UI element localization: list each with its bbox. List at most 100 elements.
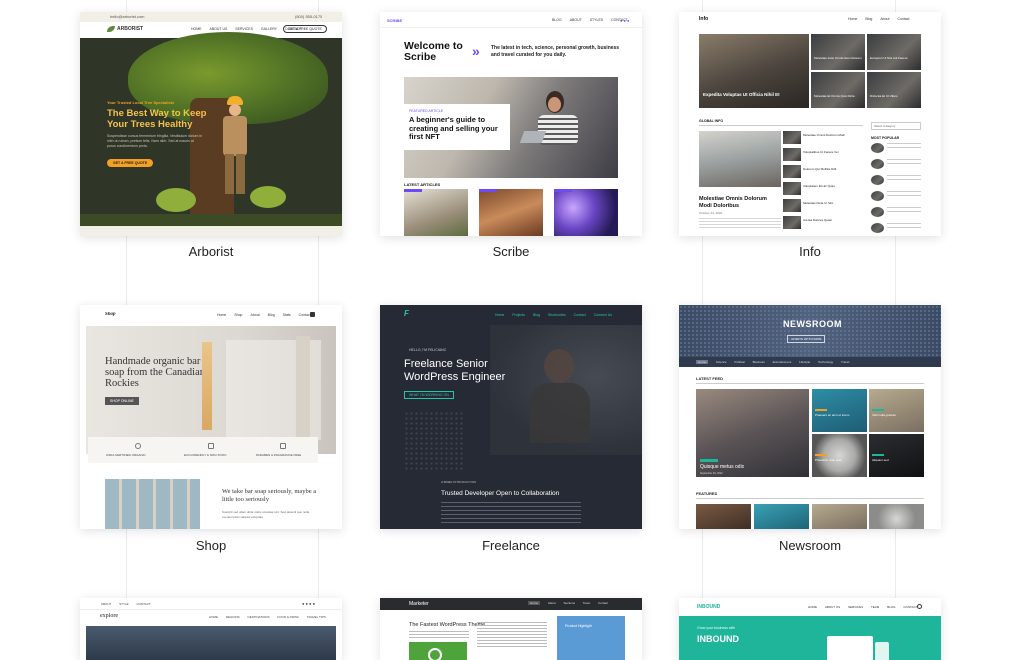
side-story[interactable]: Velit nulla gravida <box>869 389 924 432</box>
theme-card-newsroom[interactable]: NEWSROOM ALWAYS UP TO DATE Home Science … <box>679 305 941 529</box>
theme-title[interactable]: Freelance <box>380 538 642 553</box>
nav-item[interactable]: Projects <box>512 313 525 317</box>
featured-article-box[interactable]: FEATURED ARTICLE A beginner's guide to c… <box>404 104 510 150</box>
nav-item[interactable]: HOME <box>191 27 202 31</box>
nav-item[interactable]: SERVICES <box>848 605 863 609</box>
nav-item[interactable]: Science <box>716 360 727 364</box>
side-story[interactable]: Praesent ac arcu ut lorem <box>812 389 867 432</box>
list-title[interactable]: Aut Ea Dolores Quasi <box>803 218 863 222</box>
nav-item[interactable]: Contact <box>299 313 311 317</box>
hero-cta-button[interactable]: WHAT I'M WORKING ON <box>404 391 454 399</box>
nav-item[interactable]: Contact <box>574 313 586 317</box>
article-thumb[interactable] <box>404 189 468 236</box>
theme-card-explore[interactable]: ABOUT STYLE CONTACT ● ● ● ● explore HOME… <box>80 598 342 660</box>
nav-item[interactable]: Contact <box>897 17 909 21</box>
nav-item[interactable]: About <box>548 601 556 605</box>
theme-card-marketer[interactable]: Marketer Home About Sections Team Contac… <box>380 598 642 660</box>
nav-item[interactable]: Lifestyle <box>799 360 810 364</box>
nav-item[interactable]: Business <box>753 360 765 364</box>
nav-item[interactable]: Home <box>495 313 504 317</box>
theme-card-arborist[interactable]: hello@arborist.com (800) 555-0175 ARBORI… <box>80 12 342 236</box>
nav-item[interactable]: CONTACT <box>136 602 150 606</box>
nav-item[interactable]: REGIONS <box>226 615 240 619</box>
nav-item[interactable]: BLOG <box>552 18 562 22</box>
nav-item[interactable]: Home <box>217 313 226 317</box>
category-select[interactable]: Select Category <box>871 122 921 130</box>
nav-item[interactable]: ABOUT US <box>825 605 840 609</box>
main-story[interactable]: Quisque metus odio September 20, 2022 <box>696 389 809 477</box>
nav-item[interactable]: Contact <box>598 601 608 605</box>
theme-title[interactable]: Arborist <box>80 244 342 259</box>
featured-thumb[interactable] <box>754 504 809 529</box>
organic-icon <box>135 443 141 449</box>
cart-icon[interactable] <box>310 312 315 317</box>
nav-cta-button[interactable]: GET A FREE QUOTE <box>283 25 327 33</box>
featured-thumb[interactable] <box>812 504 867 529</box>
nav-item[interactable]: About <box>880 17 889 21</box>
nav-item[interactable]: Shop <box>234 313 242 317</box>
hero-cta-button[interactable]: SHOP ONLINE <box>105 397 139 405</box>
theme-card-scribe[interactable]: SCRIBE BLOG ABOUT STYLES CONTACT ● ● ● W… <box>380 12 642 236</box>
side-post-image[interactable]: Excepturi Ut Nisi Aut Facere <box>867 34 921 70</box>
nav-item[interactable]: HOME <box>808 605 817 609</box>
featured-thumb[interactable] <box>696 504 751 529</box>
nav-item[interactable]: About <box>251 313 260 317</box>
nav-item[interactable]: CONTACT <box>903 605 917 609</box>
nav-item[interactable]: BLOG <box>887 605 895 609</box>
side-story[interactable]: Phasellus vitae ante <box>812 434 867 477</box>
article-thumb[interactable] <box>479 189 543 236</box>
nav-item[interactable]: ABOUT <box>570 18 582 22</box>
nav-item[interactable]: Blog <box>268 313 275 317</box>
nav-item[interactable]: Technology <box>818 360 833 364</box>
hero-cta-button[interactable]: GET A FREE QUOTE <box>107 159 154 167</box>
nav-item[interactable]: ABOUT <box>101 602 111 606</box>
theme-card-freelance[interactable]: F Home Projects Blog Shortcodes Contact … <box>380 305 642 529</box>
list-title[interactable]: Voluptatibus Ut Facere Vel <box>803 150 863 154</box>
side-post-image[interactable]: Molestiae Iusto Omnis Eos Dolorem <box>811 34 865 70</box>
nav-item[interactable]: Team <box>583 601 590 605</box>
theme-title[interactable]: Newsroom <box>679 538 941 553</box>
nav-item[interactable]: TEAM <box>871 605 879 609</box>
list-title[interactable]: Voluptatem Et Hic Quas <box>803 184 863 188</box>
nav-item[interactable]: FOOD & DRINK <box>277 615 299 619</box>
social-icons: ● ● ● ● <box>302 601 315 606</box>
nav-item[interactable]: Shortcodes <box>548 313 566 317</box>
nav-item[interactable]: HOME <box>209 615 218 619</box>
nav-item[interactable]: Home <box>696 360 709 364</box>
theme-card-inbound[interactable]: INBOUND HOME ABOUT US SERVICES TEAM BLOG… <box>679 598 941 660</box>
search-icon[interactable] <box>917 604 922 609</box>
nav-item[interactable]: Home <box>848 17 857 21</box>
hero-image[interactable]: Expedita Voluptas Ut Officia Nihil Et <box>699 34 809 108</box>
theme-title[interactable]: Scribe <box>380 244 642 259</box>
nav-item[interactable]: TRAVEL TIPS <box>307 615 326 619</box>
side-post-image[interactable]: Dicta Ea Et Ut Ullam <box>867 72 921 108</box>
nav-item[interactable]: Sections <box>564 601 576 605</box>
nav-item[interactable]: DESTINATIONS <box>248 615 270 619</box>
nav-item[interactable]: Home <box>528 601 541 605</box>
nav-item[interactable]: Blog <box>533 313 540 317</box>
nav-item[interactable]: STYLE <box>119 602 129 606</box>
nav-item[interactable]: Travel <box>841 360 849 364</box>
product-card[interactable]: Product Highlight <box>557 616 625 660</box>
list-title[interactable]: Dolorum Qui Mollitia Odit <box>803 167 863 171</box>
nav-item[interactable]: STYLES <box>590 18 603 22</box>
theme-title[interactable]: Info <box>679 244 941 259</box>
nav-item[interactable]: Entertainment <box>773 360 792 364</box>
article-thumb[interactable] <box>554 189 618 236</box>
list-title[interactable]: Molestiae Omnis Dolorum Modi <box>803 133 863 137</box>
list-title[interactable]: Molestias Dicta Ut Sint <box>803 201 863 205</box>
featured-thumb[interactable] <box>869 504 924 529</box>
nav-item[interactable]: Connect Us <box>594 313 612 317</box>
featured-image[interactable] <box>699 131 781 187</box>
nav-item[interactable]: Blog <box>865 17 872 21</box>
theme-card-shop[interactable]: Shop Home Shop About Blog Stats Contact … <box>80 305 342 529</box>
nav-item[interactable]: Stats <box>283 313 291 317</box>
nav-item[interactable]: Political <box>734 360 744 364</box>
nav-item[interactable]: ABOUT US <box>209 27 227 31</box>
nav-item[interactable]: SERVICES <box>235 27 253 31</box>
theme-card-info[interactable]: Info Home Blog About Contact Expedita Vo… <box>679 12 941 236</box>
theme-title[interactable]: Shop <box>80 538 342 553</box>
side-story[interactable]: Aliquam sed <box>869 434 924 477</box>
nav-item[interactable]: GALLERY <box>261 27 277 31</box>
side-post-image[interactable]: Molestias Et Omnis Quis Dicta <box>811 72 865 108</box>
